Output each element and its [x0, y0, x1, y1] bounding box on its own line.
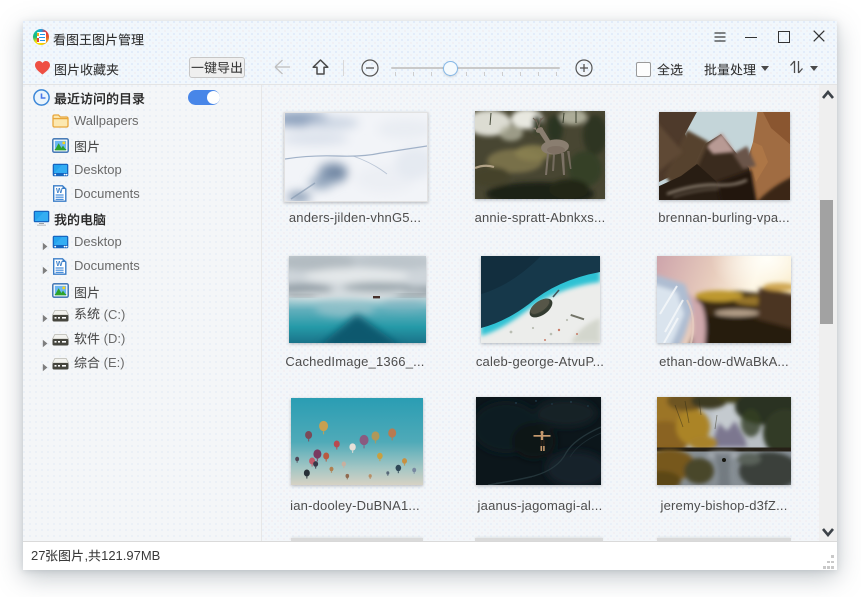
svg-text:W: W [56, 188, 63, 195]
svg-text:W: W [56, 261, 63, 268]
